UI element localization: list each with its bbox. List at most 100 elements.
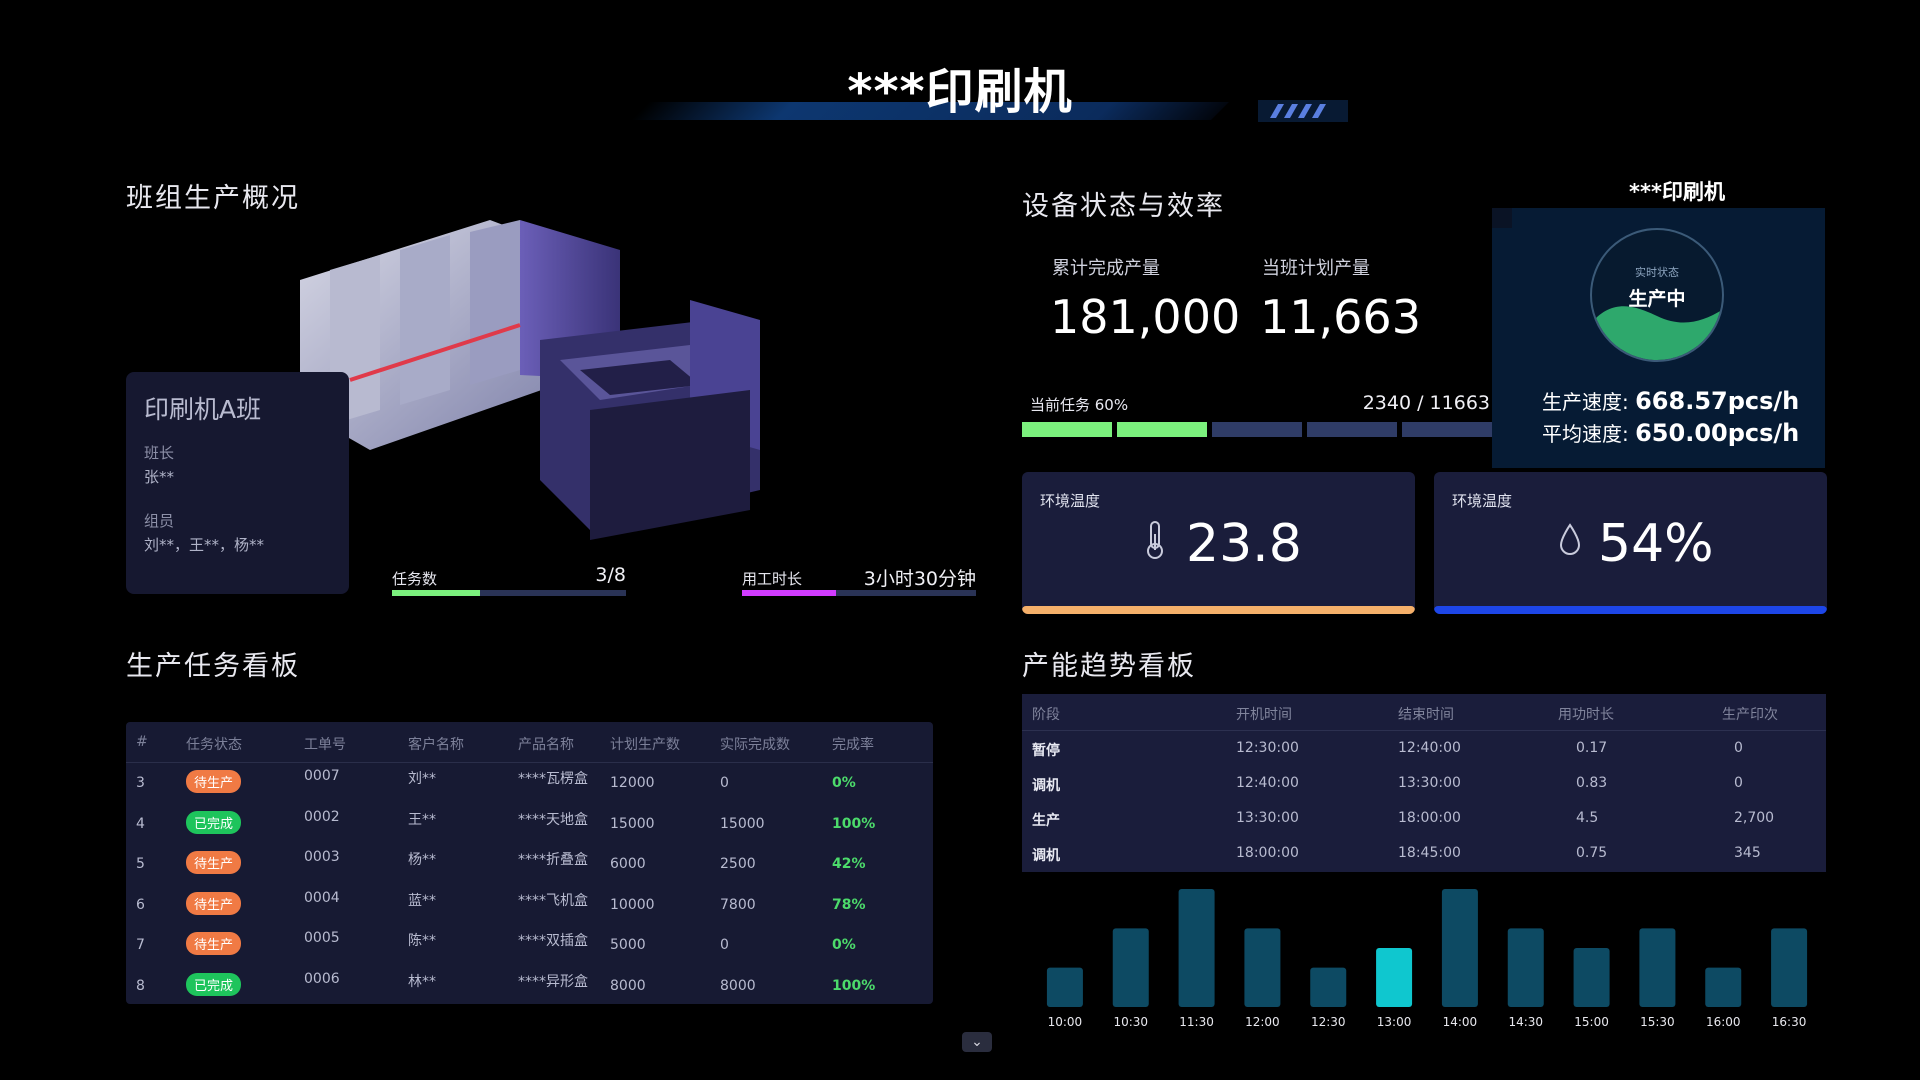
- chart-bar: [1046, 967, 1083, 1007]
- progress-segment: [1117, 422, 1207, 437]
- chart-bar: [1441, 889, 1478, 1007]
- completion-rate: 100%: [832, 977, 876, 994]
- table-row[interactable]: 暂停 12:30:00 12:40:00 0.17 0: [1022, 731, 1826, 766]
- status-badge: 待生产: [186, 932, 242, 955]
- plan-quantity: 10000: [610, 896, 655, 913]
- end-time: 18:45:00: [1398, 845, 1461, 861]
- progress-segment: [1402, 422, 1492, 437]
- table-row[interactable]: 生产 13:30:00 18:00:00 4.5 2,700: [1022, 801, 1826, 836]
- row-number: 3: [136, 775, 145, 791]
- customer-name: 蓝**: [408, 892, 436, 909]
- phase-table: 阶段 开机时间 结束时间 用功时长 生产印次 暂停 12:30:00 12:40:0…: [1022, 694, 1826, 872]
- plan-value: 11,663: [1260, 290, 1421, 344]
- x-tick-label: 16:00: [1706, 1015, 1741, 1029]
- phase-name: 调机: [1032, 778, 1060, 794]
- row-number: 8: [136, 977, 145, 994]
- duration: 0.75: [1576, 845, 1608, 861]
- plan-quantity: 8000: [610, 977, 646, 994]
- table-row[interactable]: 3 待生产 0007 刘** ****瓦楞盒 12000 0 0%: [126, 762, 933, 802]
- start-time: 12:40:00: [1236, 775, 1299, 791]
- row-number: 5: [136, 856, 145, 872]
- start-time: 12:30:00: [1236, 740, 1299, 756]
- plan-quantity: 12000: [610, 775, 655, 791]
- status-badge: 待生产: [186, 891, 242, 915]
- humidity-value: 54%: [1598, 514, 1714, 574]
- completion-rate: 0%: [832, 775, 856, 791]
- panel-corner: [1492, 208, 1512, 228]
- customer-name: 陈**: [408, 933, 436, 949]
- chart-bar: [1178, 889, 1215, 1007]
- order-number: 0006: [304, 970, 340, 987]
- work-time-value: 3小时30分钟: [863, 568, 976, 590]
- humidity-label: 环境温度: [1452, 492, 1513, 510]
- chevron-down-icon[interactable]: ⌄: [962, 1032, 992, 1052]
- product-name: ****双插盒: [518, 933, 588, 949]
- col-rate: 完成率: [832, 737, 874, 753]
- status-circle-label: 实时状态: [1635, 266, 1679, 279]
- table-row[interactable]: 调机 12:40:00 13:30:00 0.83 0: [1022, 766, 1826, 801]
- x-tick-label: 16:30: [1772, 1015, 1807, 1029]
- col-status: 任务状态: [186, 737, 242, 753]
- members-label: 组员: [144, 512, 175, 530]
- order-number: 0002: [304, 808, 340, 825]
- humidity-bar: [1434, 606, 1827, 614]
- order-number: 0003: [304, 849, 340, 865]
- product-name: ****瓦楞盒: [518, 771, 588, 787]
- chart-bar: [1705, 967, 1742, 1007]
- order-number: 0007: [304, 768, 340, 784]
- col-count: 生产印次: [1722, 707, 1778, 723]
- table-row[interactable]: 7 待生产 0005 陈** ****双插盒 5000 0 0%: [126, 924, 933, 964]
- x-tick-label: 14:30: [1508, 1015, 1543, 1029]
- chart-bar: [1376, 948, 1413, 1007]
- print-count: 0: [1734, 740, 1743, 756]
- completion-rate: 0%: [832, 937, 856, 953]
- task-table: # 任务状态 工单号 客户名称 产品名称 计划生产数 实际完成数 完成率 3 待生…: [126, 722, 933, 1004]
- table-row[interactable]: 调机 18:00:00 18:45:00 0.75 345: [1022, 836, 1826, 871]
- col-order: 工单号: [304, 737, 346, 753]
- work-time-fill: [742, 590, 836, 596]
- task-count-bar: [392, 590, 626, 596]
- cumulative-value: 181,000: [1050, 290, 1241, 344]
- actual-quantity: 15000: [720, 815, 765, 832]
- cumulative-label: 累计完成产量: [1052, 258, 1160, 279]
- task-count-fill: [392, 590, 480, 596]
- humidity-card: 环境温度 54%: [1434, 472, 1827, 614]
- table-row[interactable]: 4 已完成 0002 王** ****天地盒 15000 15000 100%: [126, 803, 933, 843]
- col-phase: 阶段: [1032, 707, 1060, 723]
- avg-speed-label: 平均速度:: [1542, 422, 1629, 446]
- table-row[interactable]: 5 待生产 0003 杨** ****折叠盒 6000 2500 42%: [126, 843, 933, 883]
- status-text: 生产中: [1628, 288, 1686, 310]
- actual-quantity: 0: [720, 937, 729, 953]
- col-duration: 用功时长: [1558, 707, 1614, 723]
- work-time-label: 用工时长: [742, 570, 803, 588]
- avg-speed-row: 平均速度: 650.00pcs/h: [1542, 418, 1799, 447]
- product-name: ****折叠盒: [518, 852, 588, 868]
- product-name: ****天地盒: [518, 811, 588, 828]
- team-name: 印刷机A班: [144, 395, 262, 424]
- phase-name: 调机: [1032, 848, 1060, 864]
- actual-quantity: 2500: [720, 856, 756, 872]
- completion-rate: 42%: [832, 856, 866, 872]
- x-tick-label: 12:00: [1245, 1015, 1280, 1029]
- status-badge: 已完成: [186, 810, 242, 834]
- status-badge: 待生产: [186, 851, 242, 874]
- task-board-title: 生产任务看板: [126, 651, 300, 682]
- table-row[interactable]: 8 已完成 0006 林** ****异形盒 8000 8000 100%: [126, 965, 933, 1005]
- phase-name: 生产: [1032, 813, 1060, 829]
- order-number: 0005: [304, 930, 340, 946]
- speed-row: 生产速度: 668.57pcs/h: [1542, 386, 1799, 415]
- row-number: 6: [136, 896, 145, 913]
- actual-quantity: 8000: [720, 977, 756, 994]
- actual-quantity: 0: [720, 775, 729, 791]
- printing-machine-image: [300, 220, 760, 540]
- row-number: 4: [136, 815, 145, 832]
- table-row[interactable]: 6 待生产 0004 蓝** ****飞机盒 10000 7800 78%: [126, 884, 933, 924]
- chart-bar: [1310, 967, 1347, 1007]
- speed-label: 生产速度:: [1542, 390, 1629, 414]
- plan-quantity: 15000: [610, 815, 655, 832]
- end-time: 13:30:00: [1398, 775, 1461, 791]
- leader-value: 张**: [144, 468, 175, 486]
- end-time: 12:40:00: [1398, 740, 1461, 756]
- capacity-bar-chart: 10:00 10:30 11:30 12:00 12:30 13:00 14:00 14:30…: [1046, 889, 1808, 1029]
- customer-name: 杨**: [408, 852, 436, 868]
